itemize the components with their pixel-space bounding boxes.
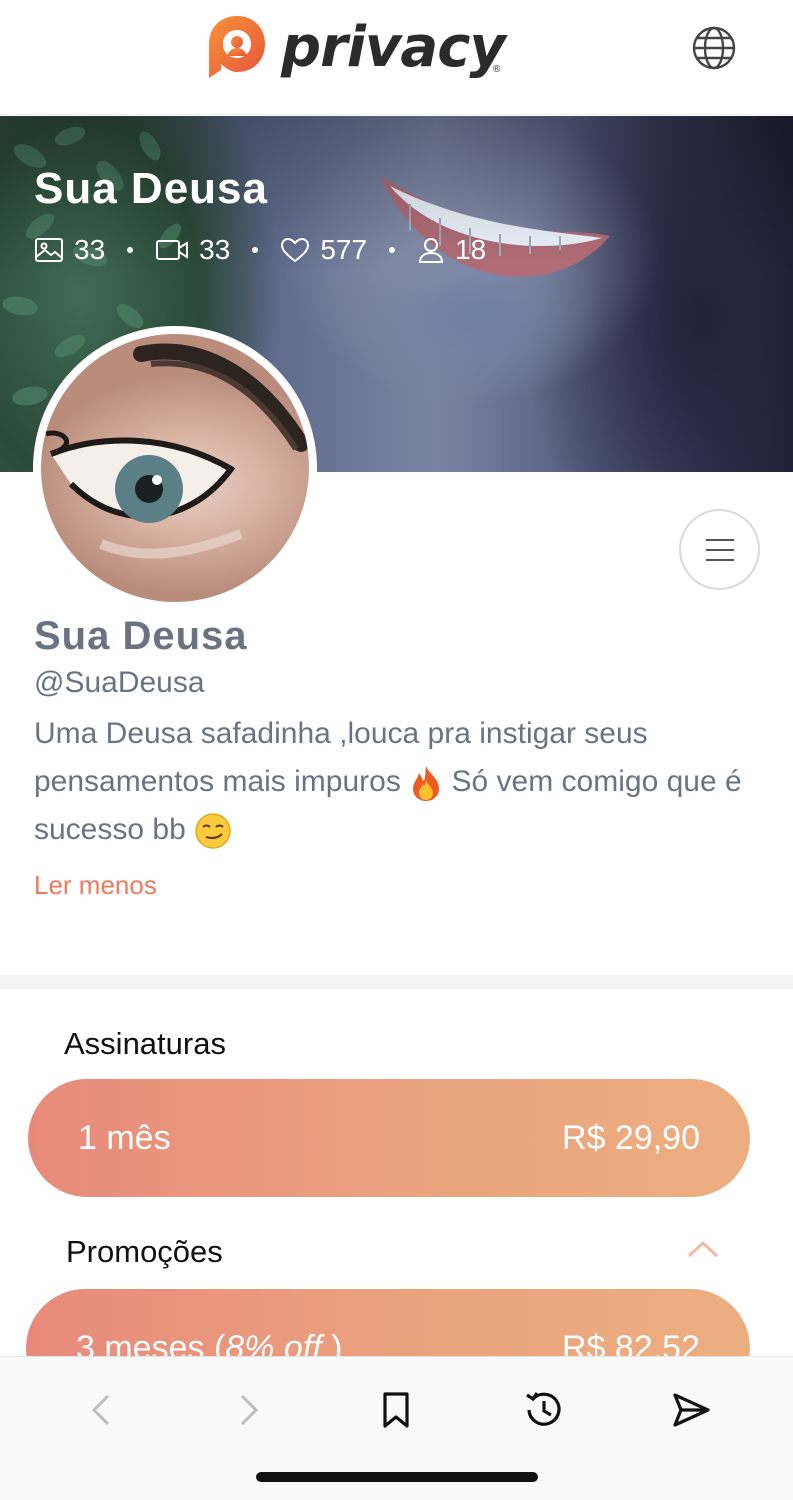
plan-price: R$ 29,90 <box>562 1118 700 1157</box>
fire-emoji-icon <box>413 766 440 802</box>
likes-count: 577 <box>320 234 368 265</box>
avatar-image <box>41 334 309 602</box>
video-icon <box>156 240 189 260</box>
profile-bio: Uma Deusa safadinha ,louca pra instigar … <box>34 710 764 854</box>
plan-label: 1 mês <box>78 1118 171 1157</box>
history-icon <box>526 1392 561 1426</box>
read-less-link[interactable]: Ler menos <box>34 870 157 901</box>
forward-button[interactable] <box>224 1385 274 1435</box>
home-indicator <box>256 1472 538 1482</box>
globe-icon[interactable] <box>690 24 738 72</box>
stat-separator <box>252 247 259 253</box>
registered-mark: ® <box>493 64 501 75</box>
history-button[interactable] <box>519 1385 569 1435</box>
hamburger-menu-icon <box>705 538 734 561</box>
smirk-emoji-icon <box>195 813 231 849</box>
chevron-up-icon[interactable] <box>686 1238 720 1260</box>
videos-count: 33 <box>199 234 231 265</box>
brand-name: privacy <box>281 15 506 80</box>
send-button[interactable] <box>666 1385 716 1435</box>
profile-name: Sua Deusa <box>34 614 248 658</box>
profile-handle: @SuaDeusa <box>34 666 205 699</box>
section-divider <box>0 975 793 989</box>
top-bar: privacy ® <box>0 0 793 115</box>
back-icon <box>91 1394 110 1426</box>
image-icon <box>35 238 63 262</box>
user-icon <box>419 238 444 263</box>
subscriptions-title: Assinaturas <box>64 1026 226 1061</box>
bookmark-icon <box>383 1392 409 1428</box>
back-button[interactable] <box>76 1385 126 1435</box>
videos-stat: 33 <box>155 234 230 266</box>
photos-stat: 33 <box>34 234 105 266</box>
privacy-logo-icon <box>209 16 265 78</box>
profile-stats: 33 33 577 18 <box>34 234 486 266</box>
subscribers-count: 18 <box>455 234 487 265</box>
heart-icon <box>281 237 310 263</box>
subscription-plan-button[interactable]: 1 mês R$ 29,90 <box>28 1079 750 1197</box>
stat-separator <box>127 247 134 253</box>
cover-profile-name: Sua Deusa <box>34 164 268 213</box>
forward-icon <box>240 1394 259 1426</box>
privacy-logo[interactable]: privacy ® <box>205 12 506 84</box>
bookmark-button[interactable] <box>371 1385 421 1435</box>
avatar[interactable] <box>33 326 317 610</box>
subscribers-stat: 18 <box>417 234 486 266</box>
photos-count: 33 <box>74 234 106 265</box>
likes-stat: 577 <box>280 234 367 266</box>
promotions-title: Promoções <box>66 1234 223 1269</box>
stat-separator <box>389 247 396 253</box>
hamburger-menu-button[interactable] <box>679 509 760 590</box>
share-icon <box>673 1393 710 1427</box>
